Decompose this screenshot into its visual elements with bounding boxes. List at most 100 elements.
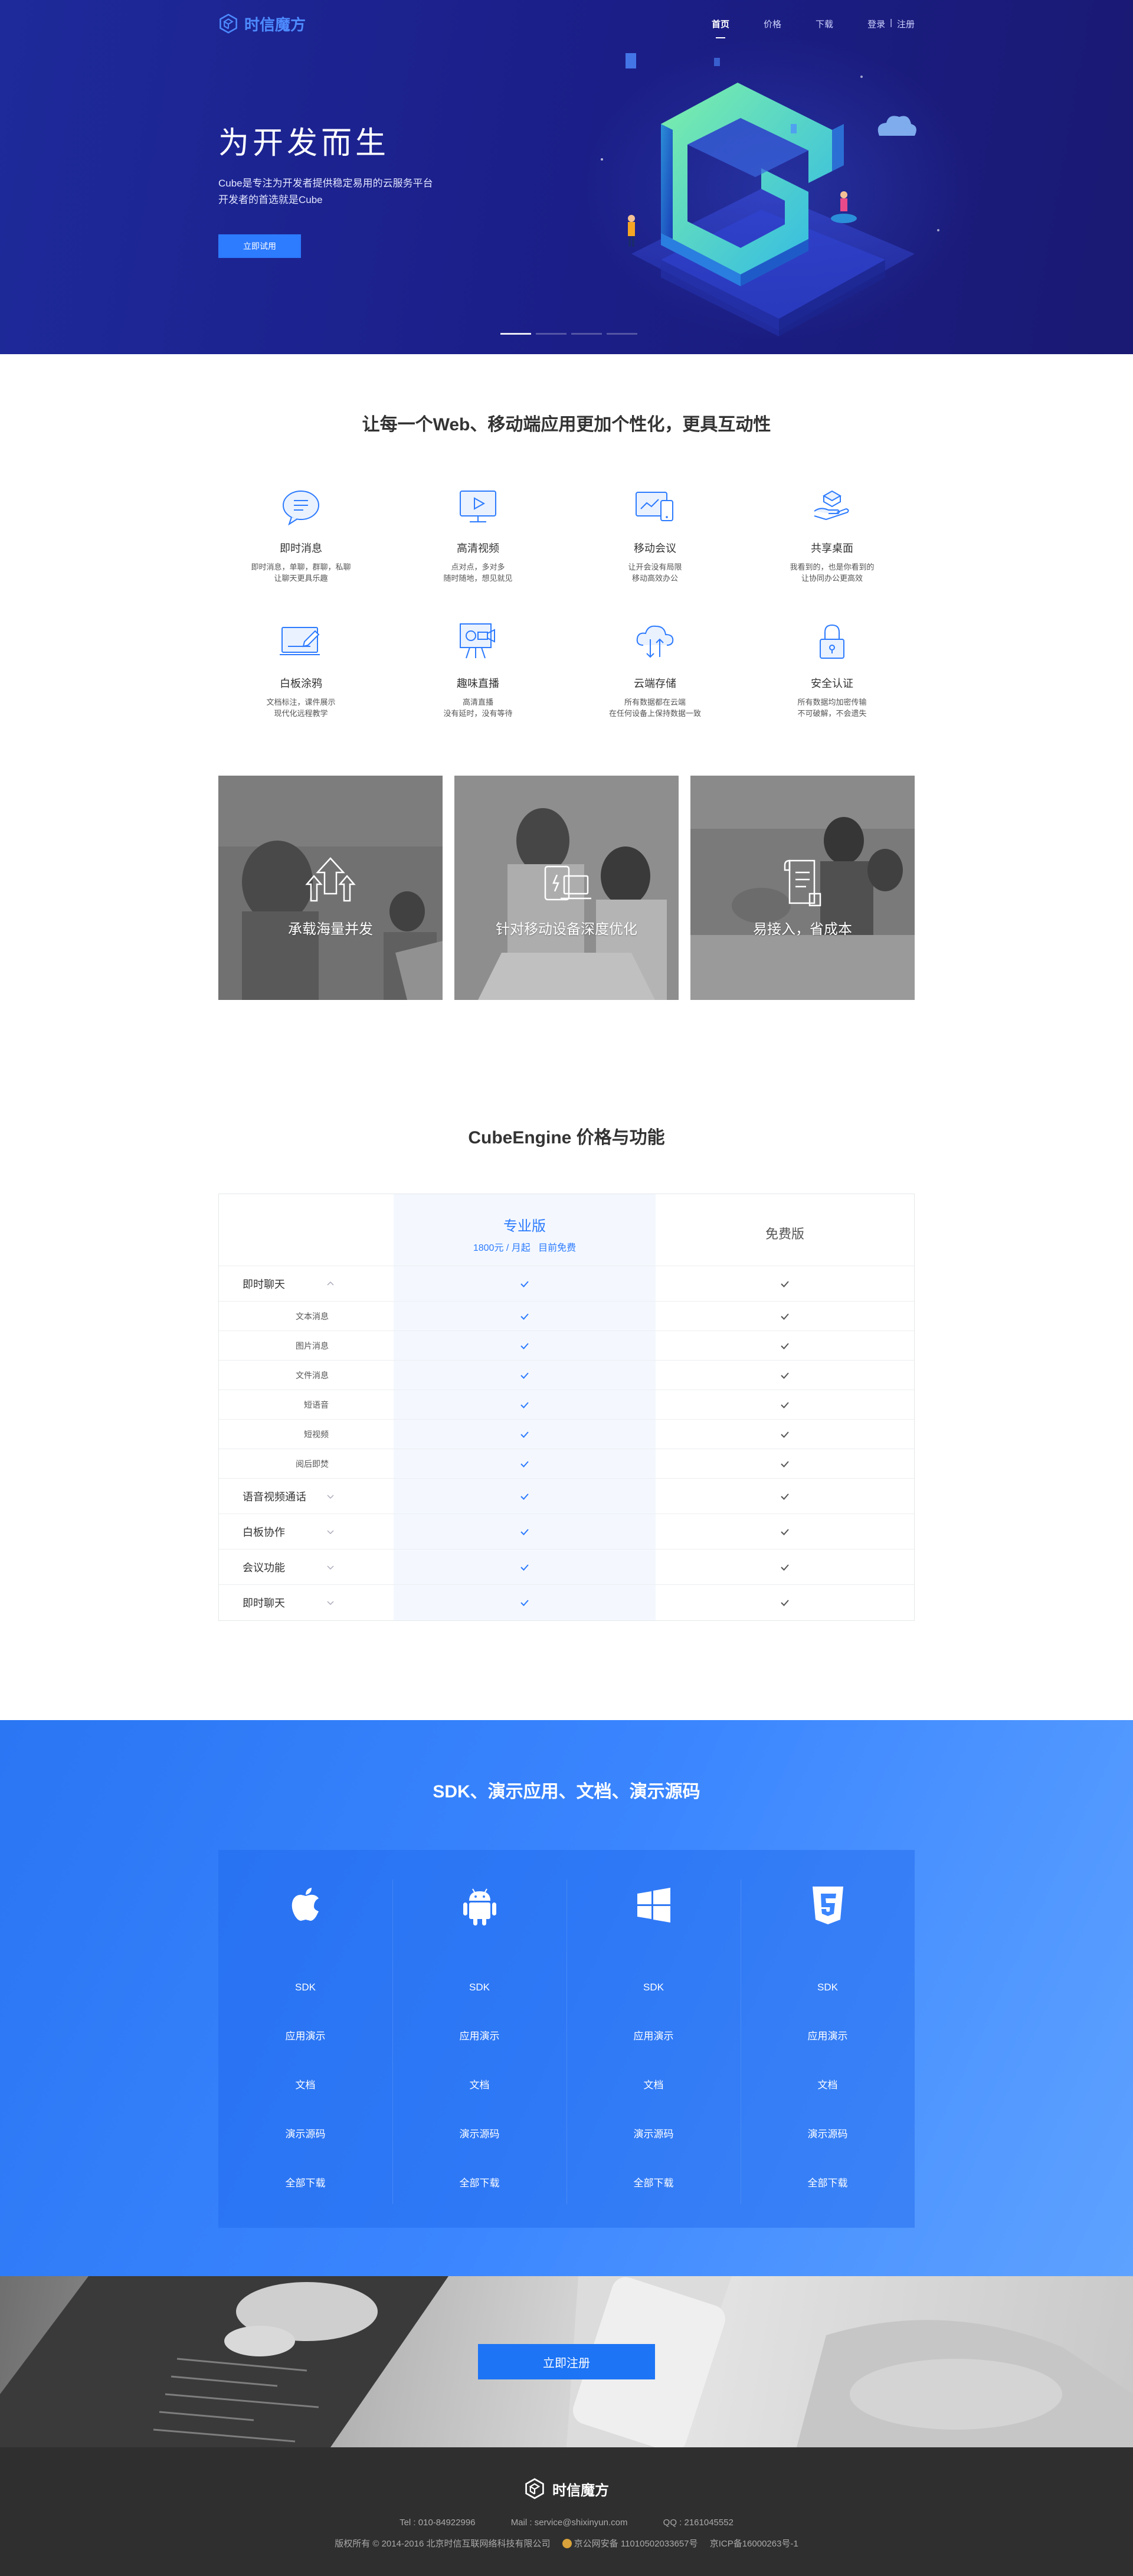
check-icon [781,1600,789,1606]
pricing-feature-row[interactable]: 语音视频通话 [219,1479,914,1514]
demo-app-link[interactable]: 应用演示 [218,2028,392,2042]
video-player-icon [460,491,496,522]
feature-desc-2: 让聊天更具乐趣 [274,574,328,583]
demo-source-link[interactable]: 演示源码 [392,2126,566,2140]
photo-card[interactable]: 承载海量并发 [218,776,443,1000]
brand-logo[interactable]: 时信魔方 [218,13,306,35]
nav-pricing[interactable]: 价格 [764,14,781,34]
download-all-link[interactable]: 全部下载 [218,2175,392,2189]
docs-link[interactable]: 文档 [392,2077,566,2091]
footer-police-record[interactable]: 京公网安备 11010502033657号 [562,2539,698,2549]
free-cell [656,1514,914,1549]
sdk-column-windows: SDK 应用演示 文档 演示源码 全部下载 [566,1850,741,2228]
footer-legal: 版权所有 © 2014-2016 北京时信互联网络科技有限公司 京公网安备 11… [0,2537,1133,2549]
windows-icon [637,1888,670,1923]
check-icon [781,1528,789,1535]
features-section: 让每一个Web、移动端应用更加个性化，更具互动性 即时消息 即时消息，单聊，群聊… [0,354,1133,1123]
pricing-section: CubeEngine 价格与功能 专业版 1800元 / 月起 目前免费 免费版… [0,1123,1133,1720]
check-icon [520,1431,529,1438]
feature-desc-2: 现代化远程教学 [274,709,328,718]
pro-cell [394,1390,656,1419]
demo-source-link[interactable]: 演示源码 [218,2126,392,2140]
chat-bubble-icon [283,491,319,526]
demo-app-link[interactable]: 应用演示 [392,2028,566,2042]
register-link[interactable]: 注册 [897,18,915,30]
feature-label: 文件消息 [296,1370,329,1380]
sdk-link[interactable]: SDK [218,1982,392,1993]
pro-cell [394,1302,656,1331]
check-icon [781,1431,789,1438]
sdk-platform-box: SDK 应用演示 文档 演示源码 全部下载 SDK 应用演示 文档 演示源码 全… [218,1850,915,2228]
try-now-button[interactable]: 立即试用 [218,234,301,258]
sdk-link[interactable]: SDK [741,1982,915,1993]
footer-mail[interactable]: Mail : service@shixinyun.com [511,2518,628,2528]
chevron-down-icon[interactable] [326,1563,335,1571]
feature-name: 白板涂鸦 [280,678,322,689]
pricing-feature-row[interactable]: 会议功能 [219,1549,914,1585]
nav-home[interactable]: 首页 [712,14,729,38]
hero-isometric-illustration [601,53,939,336]
footer-logo[interactable]: 时信魔方 [524,2478,609,2499]
login-link[interactable]: 登录 [867,18,885,30]
feature-label: 阅后即焚 [296,1459,329,1469]
demo-app-link[interactable]: 应用演示 [566,2028,741,2042]
hero-title: 为开发而生 [218,126,390,161]
chevron-up-icon[interactable] [326,1280,335,1288]
check-icon [520,1600,529,1606]
photo-card[interactable]: 针对移动设备深度优化 [454,776,679,1000]
pricing-subfeature-row: 文件消息 [219,1361,914,1390]
photo-card[interactable]: 易接入，省成本 [690,776,915,1000]
feature-name: 移动会议 [634,542,676,554]
register-now-button[interactable]: 立即注册 [478,2344,655,2379]
download-all-link[interactable]: 全部下载 [392,2175,566,2189]
download-all-link[interactable]: 全部下载 [741,2175,915,2189]
demo-app-link[interactable]: 应用演示 [741,2028,915,2042]
devices-icon [544,865,591,901]
whiteboard-icon [280,627,320,655]
feature-item: 移动会议 让开会没有局限 移动高效办公 [566,483,744,584]
feature-label-cell: 语音视频通话 [219,1479,394,1513]
docs-link[interactable]: 文档 [741,2077,915,2091]
sdk-link[interactable]: SDK [392,1982,566,1993]
plan-free[interactable]: 免费版 [656,1194,914,1266]
pricing-feature-row[interactable]: 白板协作 [219,1514,914,1549]
feature-label: 即时聊天 [243,1597,285,1609]
chevron-down-icon[interactable] [326,1598,335,1607]
nav-download[interactable]: 下载 [816,14,833,34]
check-icon [781,1280,789,1287]
photo-caption: 易接入，省成本 [753,921,852,937]
plan-pro[interactable]: 专业版 1800元 / 月起 目前免费 [394,1194,656,1266]
demo-source-link[interactable]: 演示源码 [741,2126,915,2140]
footer-copyright: 版权所有 © 2014-2016 北京时信互联网络科技有限公司 [335,2539,551,2549]
feature-label: 短视频 [304,1429,329,1439]
sdk-link[interactable]: SDK [566,1982,741,1993]
demo-source-link[interactable]: 演示源码 [566,2126,741,2140]
feature-item: 白板涂鸦 文档标注，课件展示 现代化远程教学 [212,618,389,719]
download-all-link[interactable]: 全部下载 [566,2175,741,2189]
slider-dot[interactable] [607,333,637,335]
check-icon [781,1401,789,1408]
feature-item: 共享桌面 我看到的，也是你看到的 让协同办公更高效 [744,483,921,584]
pricing-feature-row[interactable]: 即时聊天 [219,1585,914,1620]
plan-pro-name: 专业版 [503,1218,546,1234]
features-title: 让每一个Web、移动端应用更加个性化，更具互动性 [362,415,771,434]
chevron-down-icon[interactable] [326,1528,335,1536]
feature-label-cell: 短语音 [219,1390,394,1419]
feature-desc-1: 所有数据都在云端 [624,698,686,707]
chevron-down-icon[interactable] [326,1492,335,1501]
pro-cell [394,1479,656,1513]
slider-dot[interactable] [571,333,602,335]
feature-item: 高清视频 点对点，多对多 随时随地，想见就见 [389,483,566,584]
slider-dot[interactable] [500,333,531,335]
register-cta: 立即注册 [0,2276,1133,2447]
docs-link[interactable]: 文档 [566,2077,741,2091]
pricing-feature-row[interactable]: 即时聊天 [219,1266,914,1302]
free-cell [656,1266,914,1301]
footer-icp[interactable]: 京ICP备16000263号-1 [710,2539,798,2549]
feature-desc-1: 我看到的，也是你看到的 [790,563,875,571]
slider-dot[interactable] [536,333,566,335]
check-icon [520,1401,529,1408]
feature-label-cell: 会议功能 [219,1549,394,1584]
feature-desc-1: 文档标注，课件展示 [266,698,336,707]
docs-link[interactable]: 文档 [218,2077,392,2091]
